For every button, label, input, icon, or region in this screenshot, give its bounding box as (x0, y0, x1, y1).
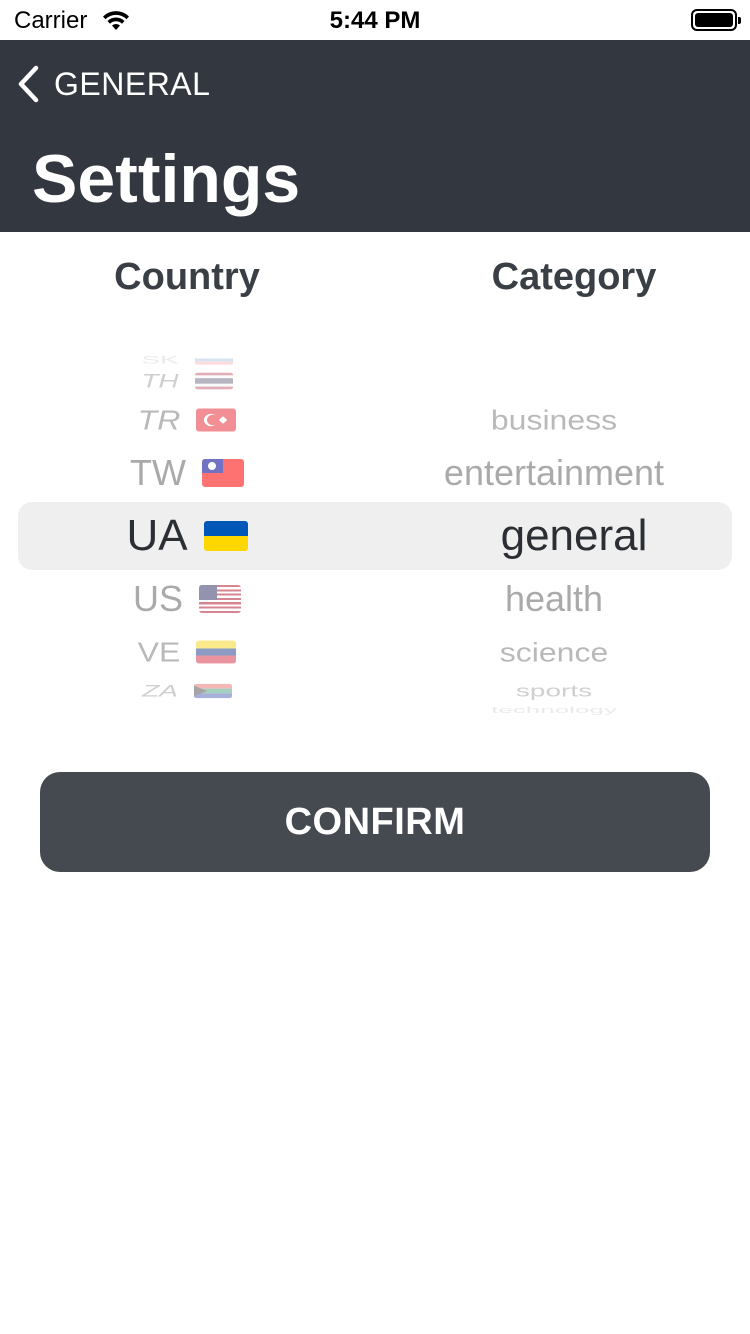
category-row-selected[interactable]: general (0, 502, 750, 570)
category-column-header: Category (491, 256, 657, 298)
country-code: TH (141, 369, 179, 392)
category-row[interactable]: science (0, 632, 750, 672)
navigation-bar: GENERAL Settings (0, 40, 750, 232)
status-bar: Carrier 5:44 PM (0, 0, 750, 40)
flag-th-icon (194, 372, 233, 390)
status-time: 5:44 PM (329, 7, 421, 34)
confirm-button[interactable]: CONFIRM (40, 772, 710, 872)
category-label: business (490, 404, 618, 436)
category-label: health (504, 578, 604, 619)
category-label-selected: general (500, 511, 648, 560)
category-label: science (499, 636, 609, 668)
category-row[interactable]: technology (0, 700, 750, 720)
category-row[interactable]: health (0, 576, 750, 622)
category-label: sports (515, 681, 593, 700)
category-label: entertainment (443, 452, 665, 493)
category-row[interactable]: business (0, 400, 750, 440)
country-row[interactable]: TH (0, 366, 750, 396)
back-label: GENERAL (54, 65, 211, 102)
chevron-left-icon (18, 65, 39, 103)
page-title: Settings (32, 141, 301, 217)
category-label: technology (491, 704, 617, 716)
category-row[interactable]: entertainment (0, 450, 750, 496)
flag-sk-icon (194, 355, 233, 365)
battery-icon (691, 9, 741, 31)
country-column-header: Country (114, 256, 260, 298)
back-button[interactable]: GENERAL (16, 62, 210, 106)
settings-picker[interactable]: SK TH TR TW UA US VE ZA business enterta… (0, 340, 750, 720)
country-code: SK (141, 353, 179, 366)
